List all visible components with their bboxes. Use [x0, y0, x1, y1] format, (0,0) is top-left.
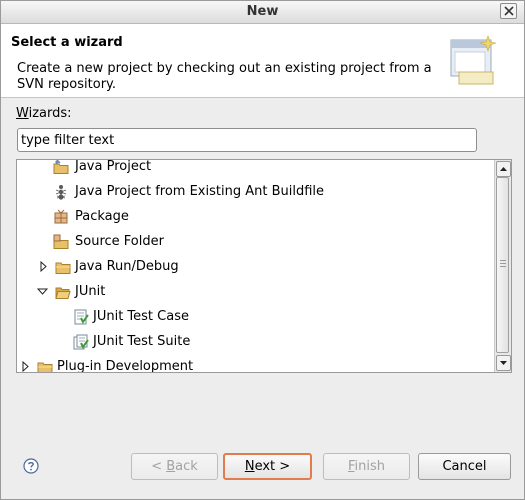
next-button[interactable]: Next >: [223, 453, 312, 480]
arrow-down-icon: [500, 361, 507, 365]
wizards-label: Wizards:: [16, 106, 72, 121]
tree-item-java-project-ant[interactable]: Java Project from Existing Ant Buildfile: [17, 179, 495, 204]
finish-button[interactable]: Finish: [323, 453, 410, 480]
java-project-icon: [53, 160, 69, 174]
back-button[interactable]: < Back: [131, 453, 218, 480]
tree-item-junit[interactable]: JUnit: [17, 279, 495, 304]
package-icon: [54, 209, 68, 224]
scroll-down-button[interactable]: [496, 355, 511, 371]
folder-icon: [55, 262, 71, 274]
new-wizard-banner-icon: [450, 35, 497, 85]
tree-item-java-run-debug[interactable]: Java Run/Debug: [17, 254, 495, 279]
tree-item-plugin-development[interactable]: Plug-in Development: [17, 354, 495, 372]
wizard-tree[interactable]: Java Project Java Project from Existing …: [16, 159, 512, 373]
tree-item-java-project[interactable]: Java Project: [17, 160, 495, 179]
wizard-filter-input[interactable]: [17, 128, 477, 152]
scroll-up-button[interactable]: [496, 161, 511, 177]
new-wizard-dialog: New Select a wizard Create a new project…: [0, 0, 525, 500]
close-button[interactable]: [500, 3, 517, 19]
tree-item-junit-test-case[interactable]: JUnit Test Case: [17, 304, 495, 329]
scrollbar-thumb[interactable]: [496, 177, 509, 353]
tree-item-package[interactable]: Package: [17, 204, 495, 229]
expand-arrow-icon[interactable]: [38, 261, 49, 272]
cancel-button[interactable]: Cancel: [418, 453, 511, 480]
source-folder-icon: [53, 234, 69, 249]
window-title: New: [246, 4, 279, 19]
ant-icon: [55, 185, 67, 200]
expand-arrow-icon[interactable]: [20, 361, 31, 372]
wizard-header: Select a wizard Create a new project by …: [1, 24, 524, 98]
folder-open-icon: [55, 287, 71, 299]
help-icon[interactable]: [23, 458, 39, 474]
junit-test-case-icon: [74, 309, 89, 325]
tree-vertical-scrollbar[interactable]: [494, 160, 511, 372]
title-bar: New: [1, 1, 524, 24]
tree-item-source-folder[interactable]: Source Folder: [17, 229, 495, 254]
close-icon: [503, 6, 514, 16]
folder-icon: [37, 362, 53, 372]
wizard-page-description: Create a new project by checking out an …: [17, 61, 432, 92]
junit-test-suite-icon: [73, 334, 89, 350]
tree-item-junit-test-suite[interactable]: JUnit Test Suite: [17, 329, 495, 354]
arrow-up-icon: [500, 167, 507, 171]
collapse-arrow-icon[interactable]: [37, 286, 48, 297]
wizard-page-title: Select a wizard: [11, 35, 123, 50]
